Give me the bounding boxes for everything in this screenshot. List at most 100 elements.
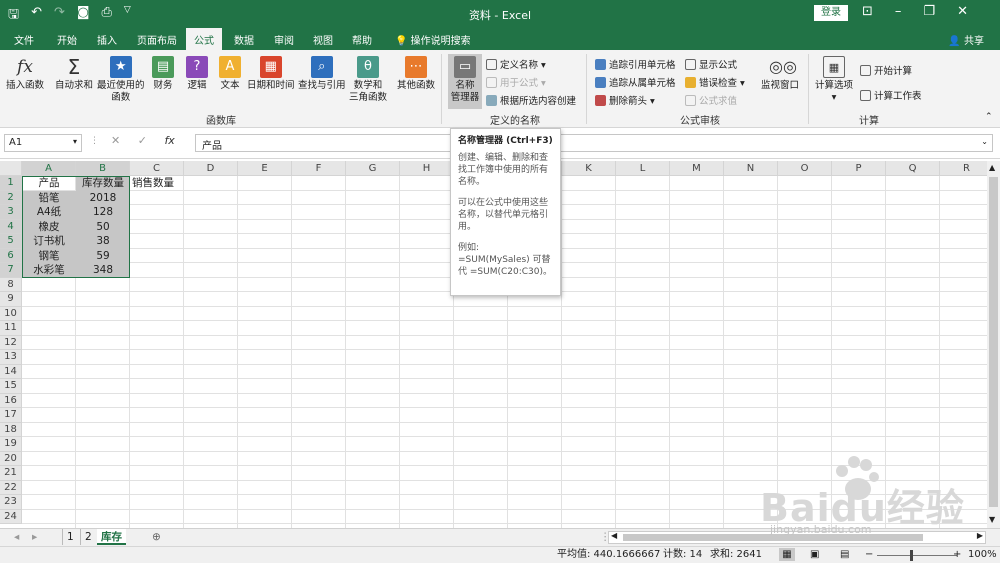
row-header-22[interactable]: 22 bbox=[0, 480, 22, 495]
tab-file[interactable]: 文件 bbox=[14, 32, 34, 47]
formula-input[interactable]: 产品 ⌄ bbox=[195, 134, 993, 152]
scroll-left-icon[interactable]: ◀ bbox=[611, 531, 617, 540]
row-header-24[interactable]: 24 bbox=[0, 509, 22, 524]
tab-page-layout[interactable]: 页面布局 bbox=[137, 32, 177, 47]
enter-icon[interactable]: ✓ bbox=[138, 134, 147, 147]
normal-view-icon[interactable]: ▦ bbox=[779, 548, 795, 561]
column-header-d[interactable]: D bbox=[184, 161, 238, 176]
row-header-9[interactable]: 9 bbox=[0, 292, 22, 307]
evaluate-formula-button[interactable]: 公式求值 bbox=[685, 93, 737, 107]
share-button[interactable]: 👤 共享 bbox=[948, 32, 984, 47]
row-header-14[interactable]: 14 bbox=[0, 364, 22, 379]
fx-icon[interactable]: fx bbox=[164, 134, 174, 147]
text-button[interactable]: A 文本 bbox=[219, 56, 241, 92]
column-header-m[interactable]: M bbox=[670, 161, 724, 176]
zoom-slider-thumb[interactable] bbox=[910, 550, 913, 561]
column-header-p[interactable]: P bbox=[832, 161, 886, 176]
cancel-icon[interactable]: ✕ bbox=[111, 134, 120, 147]
row-header-13[interactable]: 13 bbox=[0, 350, 22, 365]
tab-formulas[interactable]: 公式 bbox=[186, 28, 222, 50]
column-header-q[interactable]: Q bbox=[886, 161, 940, 176]
column-header-c[interactable]: C bbox=[130, 161, 184, 176]
select-all-corner[interactable] bbox=[0, 161, 22, 176]
zoom-slider[interactable] bbox=[877, 555, 957, 556]
ribbon-display-icon[interactable]: ⊡ bbox=[862, 4, 873, 19]
financial-button[interactable]: ▤ 财务 bbox=[152, 56, 174, 92]
login-button[interactable]: 登录 bbox=[814, 5, 848, 21]
define-name-button[interactable]: 定义名称 ▾ bbox=[486, 57, 546, 71]
lookup-button[interactable]: ⌕ 查找与引用 bbox=[298, 56, 346, 92]
row-header-11[interactable]: 11 bbox=[0, 321, 22, 336]
recently-used-button[interactable]: ★ 最近使用的 函数 bbox=[97, 56, 145, 104]
tab-data[interactable]: 数据 bbox=[234, 32, 254, 47]
prev-sheet-icon[interactable]: ◂ bbox=[10, 529, 23, 545]
tab-help[interactable]: 帮助 bbox=[352, 32, 372, 47]
calc-now-button[interactable]: 开始计算 bbox=[860, 63, 912, 77]
math-button[interactable]: θ 数学和 三角函数 bbox=[349, 56, 387, 104]
zoom-in-icon[interactable]: + bbox=[953, 547, 961, 563]
calc-options-button[interactable]: ▦ 计算选项 ▾ bbox=[815, 56, 853, 104]
vertical-scroll-thumb[interactable] bbox=[989, 177, 998, 507]
add-sheet-icon[interactable]: ⊕ bbox=[148, 529, 165, 545]
row-header-19[interactable]: 19 bbox=[0, 437, 22, 452]
sheet-tab-active[interactable]: 库存 bbox=[97, 529, 126, 545]
close-icon[interactable]: ✕ bbox=[957, 4, 968, 19]
row-header-15[interactable]: 15 bbox=[0, 379, 22, 394]
zoom-level[interactable]: 100% bbox=[968, 547, 997, 563]
restore-icon[interactable]: ❐ bbox=[923, 4, 935, 19]
column-header-e[interactable]: E bbox=[238, 161, 292, 176]
tab-home[interactable]: 开始 bbox=[57, 32, 77, 47]
sheet-tab-1[interactable]: 1 bbox=[62, 529, 78, 545]
row-header-7[interactable]: 7 bbox=[0, 263, 22, 278]
next-sheet-icon[interactable]: ▸ bbox=[28, 529, 41, 545]
row-header-23[interactable]: 23 bbox=[0, 495, 22, 510]
trace-precedents-button[interactable]: 追踪引用单元格 bbox=[595, 57, 676, 71]
minimize-icon[interactable]: – bbox=[895, 4, 902, 19]
column-header-n[interactable]: N bbox=[724, 161, 778, 176]
column-header-f[interactable]: F bbox=[292, 161, 346, 176]
datetime-button[interactable]: ▦ 日期和时间 bbox=[247, 56, 295, 92]
logical-button[interactable]: ? 逻辑 bbox=[186, 56, 208, 92]
row-header-17[interactable]: 17 bbox=[0, 408, 22, 423]
row-header-21[interactable]: 21 bbox=[0, 466, 22, 481]
row-header-3[interactable]: 3 bbox=[0, 205, 22, 220]
zoom-out-icon[interactable]: − bbox=[865, 547, 873, 563]
column-header-k[interactable]: K bbox=[562, 161, 616, 176]
column-header-b[interactable]: B bbox=[76, 161, 130, 176]
row-header-4[interactable]: 4 bbox=[0, 219, 22, 234]
calc-sheet-button[interactable]: 计算工作表 bbox=[860, 88, 922, 102]
row-header-16[interactable]: 16 bbox=[0, 393, 22, 408]
row-header-2[interactable]: 2 bbox=[0, 190, 22, 205]
collapse-ribbon-icon[interactable]: ⌃ bbox=[985, 112, 993, 122]
row-header-12[interactable]: 12 bbox=[0, 335, 22, 350]
scroll-up-icon[interactable]: ▲ bbox=[989, 163, 995, 172]
column-header-o[interactable]: O bbox=[778, 161, 832, 176]
name-manager-button[interactable]: ▭ 名称 管理器 bbox=[448, 54, 482, 109]
watch-window-button[interactable]: ◎◎ 监视窗口 bbox=[761, 56, 799, 92]
use-in-formula-button[interactable]: 用于公式 ▾ bbox=[486, 75, 546, 89]
column-header-h[interactable]: H bbox=[400, 161, 454, 176]
page-break-view-icon[interactable]: ▤ bbox=[840, 547, 849, 563]
row-header-18[interactable]: 18 bbox=[0, 422, 22, 437]
trace-dependents-button[interactable]: 追踪从属单元格 bbox=[595, 75, 676, 89]
create-from-selection-button[interactable]: 根据所选内容创建 bbox=[486, 93, 576, 107]
expand-icon[interactable]: ⌄ bbox=[981, 137, 988, 146]
row-header-1[interactable]: 1 bbox=[0, 176, 22, 191]
row-header-6[interactable]: 6 bbox=[0, 248, 22, 263]
row-header-8[interactable]: 8 bbox=[0, 277, 22, 292]
other-functions-button[interactable]: ⋯ 其他函数 bbox=[397, 56, 435, 92]
autosum-button[interactable]: Σ 自动求和 bbox=[55, 56, 93, 92]
column-header-a[interactable]: A bbox=[22, 161, 76, 176]
name-box[interactable]: A1 ▾ bbox=[4, 134, 82, 152]
show-formulas-button[interactable]: 显示公式 bbox=[685, 57, 737, 71]
remove-arrows-button[interactable]: 删除箭头 ▾ bbox=[595, 93, 655, 107]
error-checking-button[interactable]: 错误检查 ▾ bbox=[685, 75, 745, 89]
page-layout-view-icon[interactable]: ▣ bbox=[810, 547, 819, 563]
tab-view[interactable]: 视图 bbox=[313, 32, 333, 47]
row-header-10[interactable]: 10 bbox=[0, 306, 22, 321]
sheet-tab-2[interactable]: 2 bbox=[80, 529, 96, 545]
row-header-20[interactable]: 20 bbox=[0, 451, 22, 466]
column-header-r[interactable]: R bbox=[940, 161, 994, 176]
tab-review[interactable]: 审阅 bbox=[274, 32, 294, 47]
cell-c1[interactable]: 销售数量 bbox=[130, 176, 184, 191]
